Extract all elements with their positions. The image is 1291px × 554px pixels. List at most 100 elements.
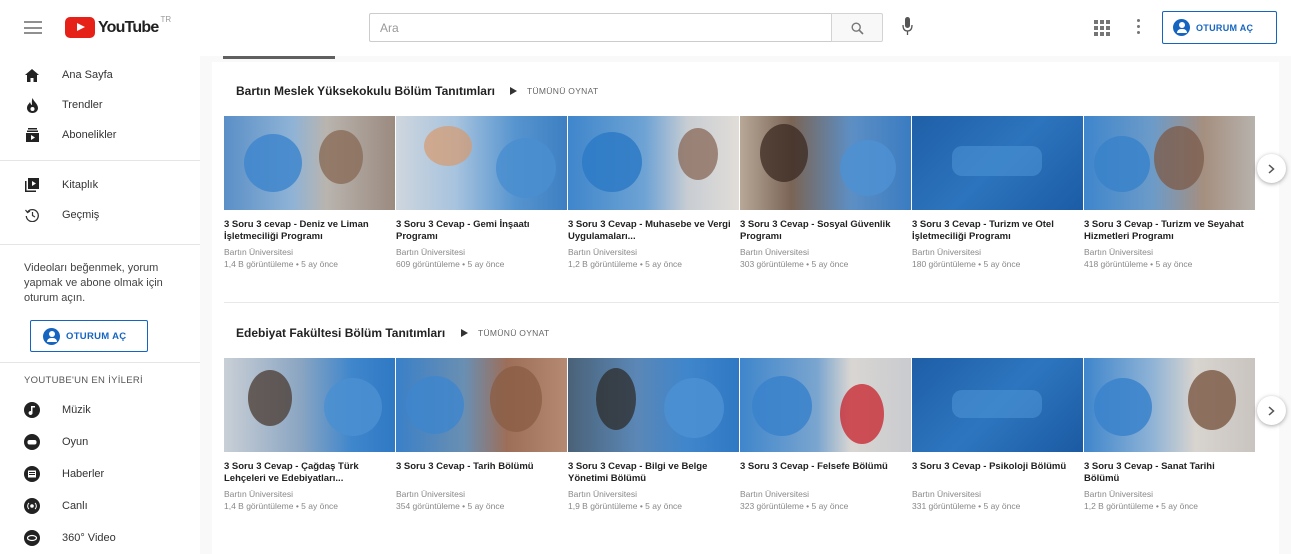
video-thumbnail[interactable] (568, 116, 739, 210)
video-thumbnail[interactable] (740, 358, 911, 452)
channel-name[interactable]: Bartın Üniversitesi (912, 247, 981, 257)
video-title[interactable]: 3 Soru 3 Cevap - Muhasebe ve Vergi Uygul… (568, 219, 736, 243)
video-meta: 1,2 B görüntüleme • 5 ay önce (568, 259, 683, 269)
sidebar-item-label: Trendler (62, 99, 103, 111)
home-icon (24, 67, 40, 83)
channel-name[interactable]: Bartın Üniversitesi (1084, 247, 1153, 257)
search-icon (851, 22, 864, 35)
shelf-divider (224, 302, 1279, 303)
live-icon (24, 498, 40, 514)
video-meta: 331 görüntüleme • 5 ay önce (912, 501, 1021, 511)
sidebar-item-label: Ana Sayfa (62, 69, 113, 81)
apps-grid-icon[interactable] (1094, 20, 1110, 36)
video-meta: 1,2 B görüntüleme • 5 ay önce (1084, 501, 1199, 511)
video-title[interactable]: 3 Soru 3 Cevap - Turizm ve Seyahat Hizme… (1084, 219, 1252, 243)
sidebar-item-history[interactable]: Geçmiş (0, 200, 200, 230)
account-icon (43, 327, 60, 345)
sidebar-divider (0, 160, 200, 161)
logo-text: YouTube (98, 19, 159, 36)
channel-name[interactable]: Bartın Üniversitesi (740, 489, 809, 499)
video-thumbnail[interactable] (912, 116, 1083, 210)
video-title[interactable]: 3 Soru 3 Cevap - Turizm ve Otel İşletmec… (912, 219, 1080, 243)
video-title[interactable]: 3 Soru 3 Cevap - Sanat Tarihi Bölümü (1084, 461, 1252, 485)
sidebar-item-label: Abonelikler (62, 129, 117, 141)
video-thumbnail[interactable] (740, 116, 911, 210)
video-thumbnail[interactable] (224, 116, 395, 210)
shelf-vocational-school: Bartın Meslek Yüksekokulu Bölüm Tanıtıml… (224, 74, 1286, 304)
more-vert-icon[interactable] (1137, 19, 1141, 37)
account-icon (1173, 19, 1190, 36)
video-title[interactable]: 3 Soru 3 cevap - Deniz ve Liman İşletmec… (224, 219, 392, 243)
library-icon (24, 177, 40, 193)
history-icon (24, 207, 40, 223)
search-input[interactable] (370, 14, 831, 41)
video-thumbnail[interactable] (912, 358, 1083, 452)
channel-name[interactable]: Bartın Üniversitesi (568, 489, 637, 499)
video-thumbnail[interactable] (396, 116, 567, 210)
video-thumbnail[interactable] (1084, 358, 1255, 452)
video-title[interactable]: 3 Soru 3 Cevap - Bilgi ve Belge Yönetimi… (568, 461, 736, 485)
video-meta: 303 görüntüleme • 5 ay önce (740, 259, 849, 269)
sidebar-item-home[interactable]: Ana Sayfa (0, 60, 200, 90)
play-all-label: TÜMÜNÜ OYNAT (478, 328, 550, 338)
video-title[interactable]: 3 Soru 3 Cevap - Felsefe Bölümü (740, 461, 908, 473)
microphone-icon[interactable] (902, 17, 913, 37)
news-icon (24, 466, 40, 482)
sidebar-item-360-video[interactable]: 360° Video (0, 523, 200, 553)
channel-name[interactable]: Bartın Üniversitesi (396, 247, 465, 257)
video-title[interactable]: 3 Soru 3 Cevap - Sosyal Güvenlik Program… (740, 219, 908, 243)
sidebar-signin-button[interactable]: OTURUM AÇ (30, 320, 148, 352)
gaming-icon (24, 434, 40, 450)
search-box (369, 13, 831, 42)
video-thumbnail[interactable] (568, 358, 739, 452)
video-meta: 418 görüntüleme • 5 ay önce (1084, 259, 1193, 269)
shelf-title[interactable]: Edebiyat Fakültesi Bölüm Tanıtımları (236, 326, 445, 340)
youtube-logo[interactable]: YouTube TR (65, 15, 172, 39)
video-title[interactable]: 3 Soru 3 Cevap - Çağdaş Türk Lehçeleri v… (224, 461, 392, 485)
sidebar-divider (0, 362, 200, 363)
play-all-button[interactable]: TÜMÜNÜ OYNAT (510, 86, 598, 96)
channel-name[interactable]: Bartın Üniversitesi (1084, 489, 1153, 499)
video-meta: 1,9 B görüntüleme • 5 ay önce (568, 501, 683, 511)
sidebar-item-live[interactable]: Canlı (0, 491, 200, 521)
video-title[interactable]: 3 Soru 3 Cevap - Tarih Bölümü (396, 461, 564, 473)
shelf-next-button[interactable] (1257, 396, 1286, 425)
search-button[interactable] (831, 13, 883, 42)
shelf-literature-faculty: Edebiyat Fakültesi Bölüm Tanıtımları TÜM… (224, 316, 1286, 546)
sidebar-item-label: Geçmiş (62, 209, 100, 221)
channel-name[interactable]: Bartın Üniversitesi (568, 247, 637, 257)
channel-name[interactable]: Bartın Üniversitesi (396, 489, 465, 499)
sidebar-item-label: 360° Video (62, 532, 116, 544)
sidebar-item-trending[interactable]: Trendler (0, 90, 200, 120)
sidebar-item-gaming[interactable]: Oyun (0, 427, 200, 457)
chevron-right-icon (1268, 405, 1275, 416)
video-360-icon (24, 530, 40, 546)
video-thumbnail[interactable] (1084, 116, 1255, 210)
channel-name[interactable]: Bartın Üniversitesi (912, 489, 981, 499)
menu-icon[interactable] (24, 21, 42, 34)
video-thumbnail[interactable] (396, 358, 567, 452)
shelf-next-button[interactable] (1257, 154, 1286, 183)
logo-country: TR (160, 15, 172, 24)
video-title[interactable]: 3 Soru 3 Cevap - Psikoloji Bölümü (912, 461, 1080, 473)
play-all-button[interactable]: TÜMÜNÜ OYNAT (461, 328, 549, 338)
sidebar: Ana Sayfa Trendler Abonelikler Kitaplık … (0, 56, 200, 554)
header-signin-button[interactable]: OTURUM AÇ (1162, 11, 1277, 44)
sidebar-item-label: Kitaplık (62, 179, 99, 191)
signin-prompt-text: Videoları beğenmek, yorum yapmak ve abon… (24, 262, 163, 304)
sidebar-item-news[interactable]: Haberler (0, 459, 200, 489)
shelf-title[interactable]: Bartın Meslek Yüksekokulu Bölüm Tanıtıml… (236, 84, 495, 98)
channel-name[interactable]: Bartın Üniversitesi (740, 247, 809, 257)
sidebar-item-music[interactable]: Müzik (0, 395, 200, 425)
flame-icon (24, 97, 40, 113)
video-meta: 323 görüntüleme • 5 ay önce (740, 501, 849, 511)
video-thumbnail[interactable] (224, 358, 395, 452)
channel-name[interactable]: Bartın Üniversitesi (224, 247, 293, 257)
video-title[interactable]: 3 Soru 3 Cevap - Gemi İnşaatı Programı (396, 219, 564, 243)
best-of-youtube-heading: YOUTUBE'UN EN İYİLERİ (24, 375, 143, 386)
sidebar-item-subscriptions[interactable]: Abonelikler (0, 120, 200, 150)
sidebar-item-library[interactable]: Kitaplık (0, 170, 200, 200)
video-meta: 1,4 B görüntüleme • 5 ay önce (224, 501, 339, 511)
main-content: Bartın Meslek Yüksekokulu Bölüm Tanıtıml… (200, 56, 1291, 554)
channel-name[interactable]: Bartın Üniversitesi (224, 489, 293, 499)
